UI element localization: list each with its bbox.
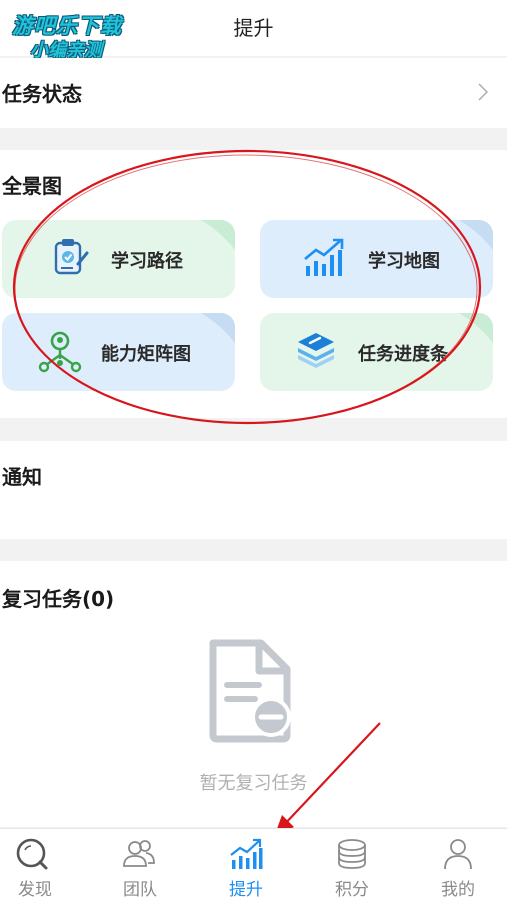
learning-path-card[interactable]: 学习路径: [2, 220, 235, 298]
tab-team-label: 团队: [123, 880, 157, 900]
chevron-right-icon: [478, 83, 489, 101]
task-progress-label: 任务进度条: [358, 344, 448, 365]
card-fold-decoration: [459, 313, 493, 343]
page: 提升 游吧乐下载 小编亲测 任务状态 全景图 学习路径 学习地图 能力矩阵图 任…: [0, 0, 507, 903]
review-tasks-label: 复习任务(0): [2, 587, 115, 611]
tab-points[interactable]: 积分: [317, 829, 418, 903]
card-fold-decoration: [201, 220, 235, 250]
bottom-tab-bar: 发现 团队 提升 积分 我的: [0, 828, 507, 903]
tab-team[interactable]: 团队: [105, 829, 206, 903]
growth-chart-icon: [230, 838, 263, 869]
tab-mine-label: 我的: [441, 880, 475, 900]
review-tasks-section: 复习任务(0) 暂无复习任务: [0, 561, 507, 827]
coins-icon: [338, 839, 366, 869]
panorama-label: 全景图: [2, 174, 62, 198]
task-progress-card[interactable]: 任务进度条: [260, 313, 493, 391]
magnifier-icon: [16, 838, 48, 870]
tab-improve[interactable]: 提升: [211, 829, 312, 903]
learning-map-card[interactable]: 学习地图: [260, 220, 493, 298]
ability-matrix-card[interactable]: 能力矩阵图: [2, 313, 235, 391]
top-bar: 提升 游吧乐下载 小编亲测: [0, 0, 507, 61]
network-nodes-icon: [38, 331, 82, 373]
notice-section[interactable]: 通知: [0, 441, 507, 539]
user-icon: [444, 839, 472, 870]
learning-path-label: 学习路径: [111, 251, 183, 272]
stacked-layers-icon: [298, 333, 334, 368]
task-status-label: 任务状态: [2, 82, 82, 106]
card-fold-decoration: [201, 313, 235, 343]
watermark-logo: 游吧乐下载 小编亲测: [8, 8, 140, 61]
empty-state-text: 暂无复习任务: [199, 773, 308, 794]
ability-matrix-label: 能力矩阵图: [101, 344, 191, 365]
document-minus-icon: [209, 639, 291, 743]
notice-label: 通知: [2, 465, 42, 489]
tab-discover[interactable]: 发现: [0, 829, 101, 903]
panorama-section: 全景图 学习路径 学习地图 能力矩阵图 任务进度条: [0, 150, 507, 418]
tab-points-label: 积分: [335, 880, 369, 900]
team-icon: [123, 840, 155, 867]
clipboard-check-icon: [54, 239, 89, 275]
task-status-row[interactable]: 任务状态: [0, 58, 507, 128]
learning-map-label: 学习地图: [368, 251, 440, 272]
card-fold-decoration: [459, 220, 493, 250]
tab-discover-label: 发现: [18, 880, 52, 900]
tab-mine[interactable]: 我的: [423, 829, 507, 903]
growth-chart-icon: [304, 238, 344, 276]
tab-improve-label: 提升: [229, 880, 263, 900]
